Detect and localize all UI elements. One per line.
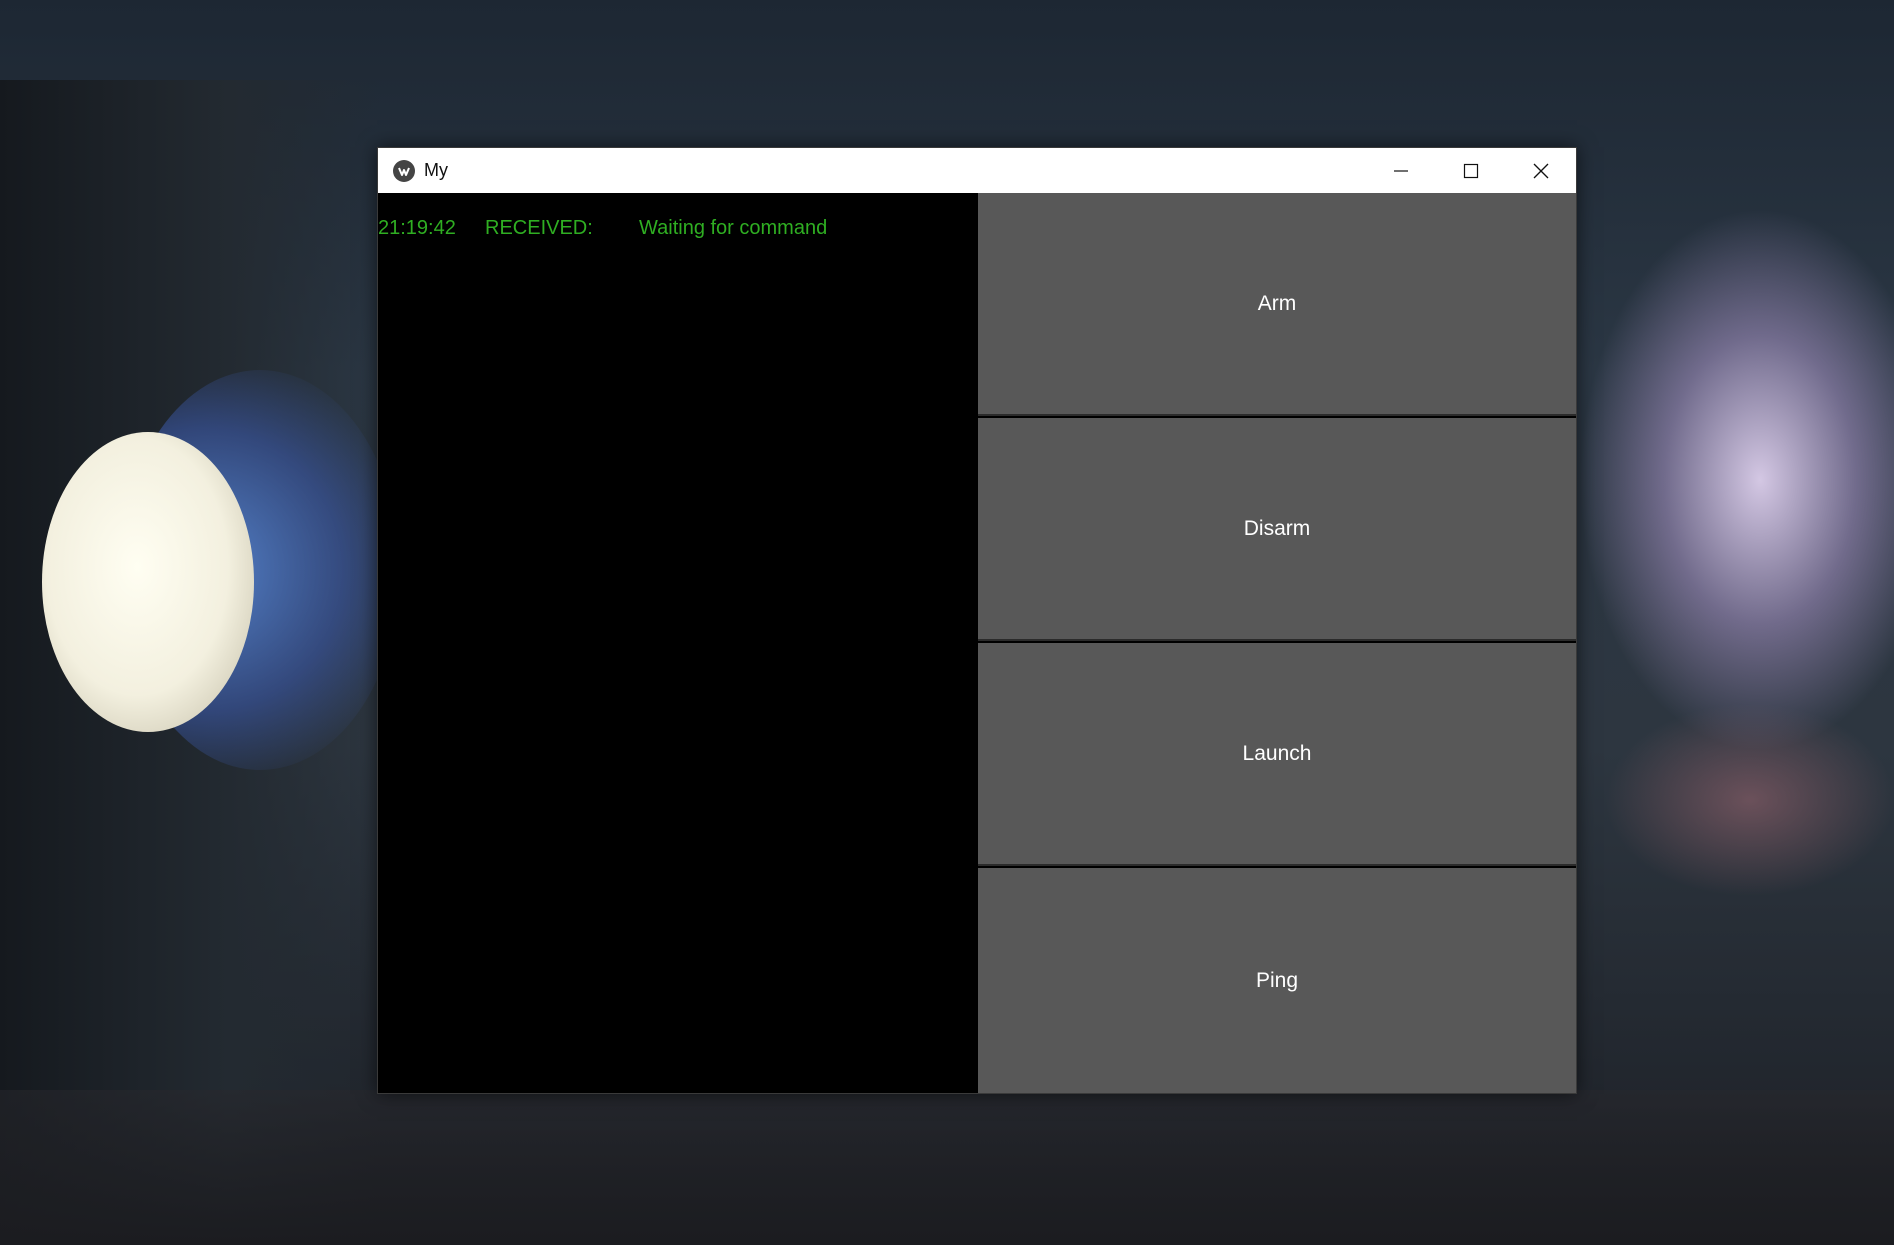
close-button[interactable] bbox=[1506, 148, 1576, 193]
window-controls bbox=[1366, 148, 1576, 193]
launch-button[interactable]: Launch bbox=[978, 643, 1576, 866]
app-content: 21:19:42 RECEIVED: Waiting for command A… bbox=[378, 193, 1576, 1093]
disarm-button[interactable]: Disarm bbox=[978, 418, 1576, 641]
wallpaper-ground bbox=[0, 1090, 1894, 1245]
minimize-icon bbox=[1394, 169, 1408, 172]
log-kind: RECEIVED: bbox=[485, 217, 593, 239]
minimize-button[interactable] bbox=[1366, 148, 1436, 193]
maximize-button[interactable] bbox=[1436, 148, 1506, 193]
close-icon bbox=[1533, 163, 1549, 178]
app-icon bbox=[393, 159, 415, 182]
command-buttons: Arm Disarm Launch Ping bbox=[978, 193, 1576, 1093]
arm-button[interactable]: Arm bbox=[978, 193, 1576, 416]
window-title: My bbox=[424, 160, 448, 180]
app-window: My 21:19:42 RECEIVED: Waiting for comman… bbox=[377, 147, 1577, 1094]
log-timestamp: 21:19:42 bbox=[378, 217, 456, 239]
wallpaper-light bbox=[42, 432, 254, 732]
ping-button[interactable]: Ping bbox=[978, 868, 1576, 1093]
console-log: 21:19:42 RECEIVED: Waiting for command bbox=[378, 193, 978, 1093]
log-message: Waiting for command bbox=[639, 217, 828, 239]
log-line: 21:19:42 RECEIVED: Waiting for command bbox=[378, 217, 827, 332]
title-bar[interactable]: My bbox=[378, 148, 1576, 193]
maximize-icon bbox=[1463, 163, 1479, 178]
